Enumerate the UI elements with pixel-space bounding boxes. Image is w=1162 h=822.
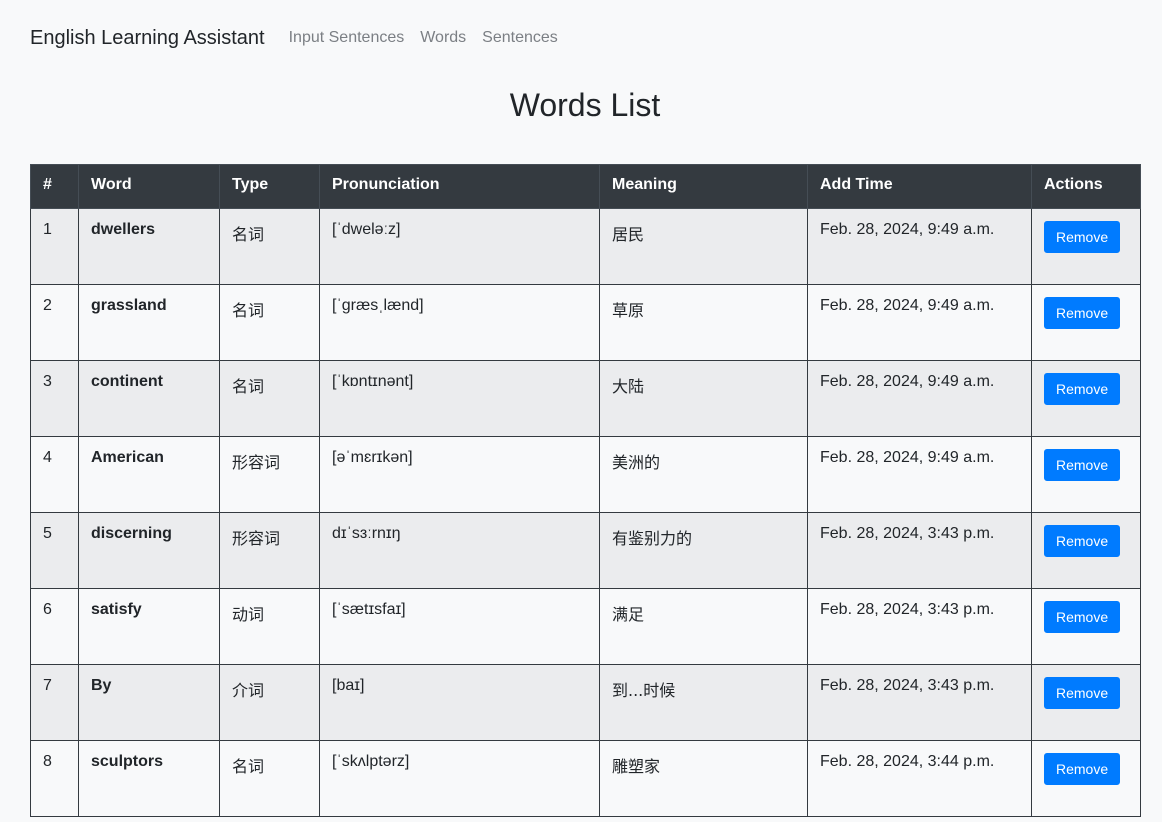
meaning-cell: 雕塑家 <box>599 740 808 817</box>
actions-cell: Remove <box>1031 208 1141 285</box>
header-pronunciation: Pronunciation <box>319 164 600 209</box>
row-number: 7 <box>30 664 79 741</box>
pronunciation-cell: dɪˈsɜːrnɪŋ <box>319 512 600 589</box>
add-time-cell: Feb. 28, 2024, 9:49 a.m. <box>807 436 1032 513</box>
table-row: 4 American 形容词 [əˈmɛrɪkən] 美洲的 Feb. 28, … <box>30 436 1141 513</box>
meaning-cell: 到...时候 <box>599 664 808 741</box>
actions-cell: Remove <box>1031 360 1141 437</box>
word-cell: American <box>78 436 220 513</box>
type-cell: 介词 <box>219 664 320 741</box>
add-time-cell: Feb. 28, 2024, 9:49 a.m. <box>807 284 1032 361</box>
brand-link[interactable]: English Learning Assistant <box>30 27 265 50</box>
type-cell: 形容词 <box>219 436 320 513</box>
nav-link-words[interactable]: Words <box>420 29 466 47</box>
pronunciation-cell: [ˈdweləːz] <box>319 208 600 285</box>
actions-cell: Remove <box>1031 588 1141 665</box>
row-number: 8 <box>30 740 79 817</box>
row-number: 5 <box>30 512 79 589</box>
header-add-time: Add Time <box>807 164 1032 209</box>
table-header: # Word Type Pronunciation Meaning Add Ti… <box>30 164 1141 209</box>
remove-button[interactable]: Remove <box>1044 373 1121 405</box>
header-row: # Word Type Pronunciation Meaning Add Ti… <box>30 164 1141 209</box>
word-cell: grassland <box>78 284 220 361</box>
meaning-cell: 草原 <box>599 284 808 361</box>
add-time-cell: Feb. 28, 2024, 3:43 p.m. <box>807 588 1032 665</box>
row-number: 6 <box>30 588 79 665</box>
header-meaning: Meaning <box>599 164 808 209</box>
remove-button[interactable]: Remove <box>1044 449 1121 481</box>
word-cell: sculptors <box>78 740 220 817</box>
navbar: English Learning Assistant Input Sentenc… <box>30 24 574 52</box>
header-type: Type <box>219 164 320 209</box>
table-row: 8 sculptors 名词 [ˈskʌlptərz] 雕塑家 Feb. 28,… <box>30 740 1141 817</box>
word-cell: satisfy <box>78 588 220 665</box>
actions-cell: Remove <box>1031 512 1141 589</box>
add-time-cell: Feb. 28, 2024, 3:43 p.m. <box>807 512 1032 589</box>
header-actions: Actions <box>1031 164 1141 209</box>
actions-cell: Remove <box>1031 740 1141 817</box>
meaning-cell: 有鉴别力的 <box>599 512 808 589</box>
remove-button[interactable]: Remove <box>1044 753 1121 785</box>
word-cell: discerning <box>78 512 220 589</box>
header-word: Word <box>78 164 220 209</box>
pronunciation-cell: [baɪ] <box>319 664 600 741</box>
add-time-cell: Feb. 28, 2024, 3:44 p.m. <box>807 740 1032 817</box>
meaning-cell: 满足 <box>599 588 808 665</box>
type-cell: 名词 <box>219 208 320 285</box>
table-row: 6 satisfy 动词 [ˈsætɪsfaɪ] 满足 Feb. 28, 202… <box>30 588 1141 665</box>
type-cell: 名词 <box>219 360 320 437</box>
actions-cell: Remove <box>1031 664 1141 741</box>
row-number: 4 <box>30 436 79 513</box>
add-time-cell: Feb. 28, 2024, 3:43 p.m. <box>807 664 1032 741</box>
word-cell: continent <box>78 360 220 437</box>
pronunciation-cell: [ˈskʌlptərz] <box>319 740 600 817</box>
pronunciation-cell: [əˈmɛrɪkən] <box>319 436 600 513</box>
meaning-cell: 美洲的 <box>599 436 808 513</box>
table-row: 1 dwellers 名词 [ˈdweləːz] 居民 Feb. 28, 202… <box>30 208 1141 285</box>
remove-button[interactable]: Remove <box>1044 525 1121 557</box>
row-number: 3 <box>30 360 79 437</box>
type-cell: 形容词 <box>219 512 320 589</box>
nav-link-input-sentences[interactable]: Input Sentences <box>289 29 405 47</box>
actions-cell: Remove <box>1031 284 1141 361</box>
word-cell: By <box>78 664 220 741</box>
meaning-cell: 居民 <box>599 208 808 285</box>
add-time-cell: Feb. 28, 2024, 9:49 a.m. <box>807 360 1032 437</box>
table-row: 3 continent 名词 [ˈkɒntɪnənt] 大陆 Feb. 28, … <box>30 360 1141 437</box>
type-cell: 动词 <box>219 588 320 665</box>
table-row: 5 discerning 形容词 dɪˈsɜːrnɪŋ 有鉴别力的 Feb. 2… <box>30 512 1141 589</box>
remove-button[interactable]: Remove <box>1044 601 1121 633</box>
actions-cell: Remove <box>1031 436 1141 513</box>
nav-link-sentences[interactable]: Sentences <box>482 29 558 47</box>
type-cell: 名词 <box>219 740 320 817</box>
table-row: 7 By 介词 [baɪ] 到...时候 Feb. 28, 2024, 3:43… <box>30 664 1141 741</box>
meaning-cell: 大陆 <box>599 360 808 437</box>
row-number: 1 <box>30 208 79 285</box>
table-body: 1 dwellers 名词 [ˈdweləːz] 居民 Feb. 28, 202… <box>30 208 1141 817</box>
remove-button[interactable]: Remove <box>1044 677 1121 709</box>
page-title: Words List <box>509 87 661 123</box>
table-row: 2 grassland 名词 [ˈɡræsˌlænd] 草原 Feb. 28, … <box>30 284 1141 361</box>
word-cell: dwellers <box>78 208 220 285</box>
type-cell: 名词 <box>219 284 320 361</box>
header-number: # <box>30 164 79 209</box>
words-table: # Word Type Pronunciation Meaning Add Ti… <box>30 164 1141 817</box>
pronunciation-cell: [ˈkɒntɪnənt] <box>319 360 600 437</box>
pronunciation-cell: [ˈsætɪsfaɪ] <box>319 588 600 665</box>
pronunciation-cell: [ˈɡræsˌlænd] <box>319 284 600 361</box>
remove-button[interactable]: Remove <box>1044 297 1121 329</box>
remove-button[interactable]: Remove <box>1044 221 1121 253</box>
row-number: 2 <box>30 284 79 361</box>
add-time-cell: Feb. 28, 2024, 9:49 a.m. <box>807 208 1032 285</box>
